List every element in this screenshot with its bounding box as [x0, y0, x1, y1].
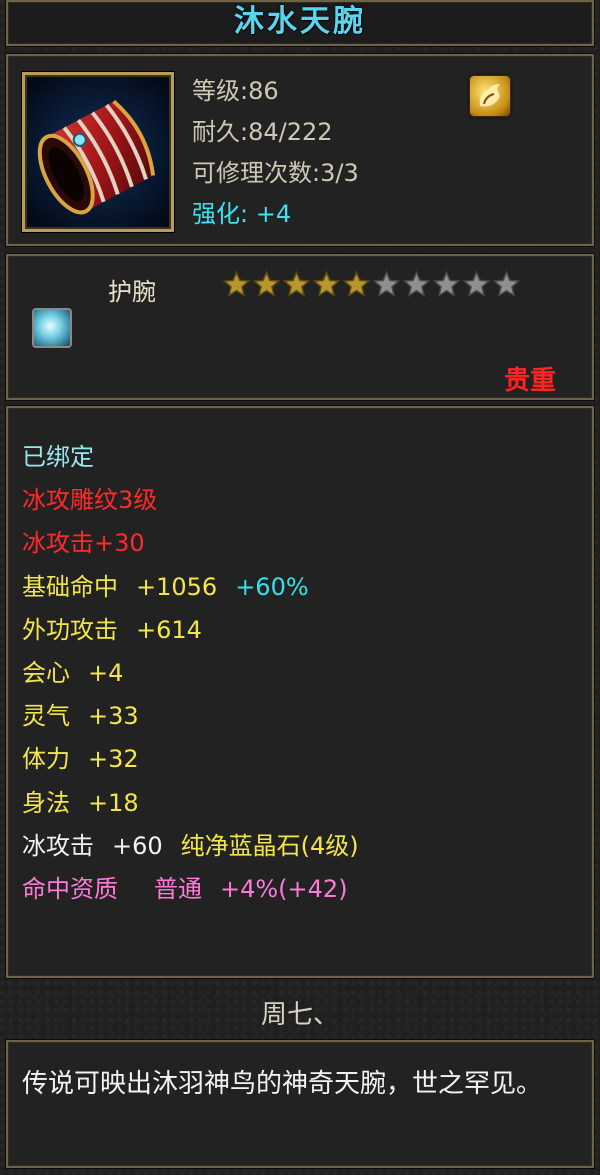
- item-name: 沐水天腕: [234, 4, 366, 39]
- item-level: 等级:86: [192, 77, 279, 105]
- star-filled-icon: [342, 270, 371, 297]
- stat-label: 身法: [22, 788, 70, 817]
- stat-label: 会心: [22, 658, 70, 687]
- star-empty-icon: [432, 270, 461, 297]
- dragon-icon: [479, 84, 500, 107]
- item-description: 传说可映出沐羽神鸟的神奇天腕，世之罕见。: [22, 1069, 543, 1099]
- stat-label: 命中资质: [22, 874, 118, 903]
- star-rating: [222, 270, 521, 299]
- red-bracer-icon: [37, 99, 156, 215]
- item-type-panel: 护腕 贵重: [6, 254, 594, 400]
- stat-value: +4: [88, 658, 124, 687]
- stat-label: 外功攻击: [22, 615, 118, 644]
- stat-agility: 身法 +18: [22, 782, 582, 825]
- stat-list: 已绑定 冰攻雕纹3级 冰攻击+30 基础命中 +1056 +60% 外功攻击 +614…: [22, 436, 582, 911]
- star-filled-icon: [252, 270, 281, 297]
- star-filled-icon: [222, 270, 251, 297]
- stat-value: +18: [88, 788, 139, 817]
- title-bar: 沐水天腕: [6, 0, 594, 46]
- star-empty-icon: [462, 270, 491, 297]
- blue-crystal-gem-icon[interactable]: [32, 308, 72, 348]
- item-type: 护腕: [108, 278, 156, 306]
- stat-value: +60: [112, 831, 163, 860]
- stat-crit: 会心 +4: [22, 652, 582, 695]
- stat-value: +4%(+42): [220, 874, 348, 903]
- week-label: 周七、: [260, 1000, 339, 1030]
- item-header: 等级:86 耐久:84/222 可修理次数:3/3 强化: +4: [6, 54, 594, 246]
- stat-stamina: 体力 +32: [22, 738, 582, 781]
- star-empty-icon: [402, 270, 431, 297]
- item-tooltip: 沐水天腕 等级:86 耐久:84/222 可修理次数:3/3 强化: +4 护腕…: [0, 0, 600, 1175]
- description-panel: 传说可映出沐羽神鸟的神奇天腕，世之罕见。: [6, 1040, 594, 1168]
- stat-value: +33: [88, 702, 139, 731]
- stat-label: 冰攻击: [22, 831, 94, 860]
- bound-status: 已绑定: [22, 443, 94, 471]
- star-empty-icon: [372, 270, 401, 297]
- aptitude-grade: 普通: [154, 874, 202, 903]
- enhance-value: +4: [255, 200, 292, 228]
- stat-aptitude: 命中资质 普通 +4%(+42): [22, 868, 582, 911]
- enhance-label: 强化:: [192, 200, 249, 228]
- item-durability: 耐久:84/222: [192, 118, 333, 146]
- stat-value: +32: [88, 745, 139, 774]
- ice-attack-bonus: 冰攻击+30: [22, 529, 145, 558]
- star-filled-icon: [312, 270, 341, 297]
- item-enhance: 强化: +4: [192, 199, 291, 229]
- stat-value: +1056: [136, 572, 218, 601]
- item-repair-count: 可修理次数:3/3: [192, 159, 359, 187]
- stats-panel: 已绑定 冰攻雕纹3级 冰攻击+30 基础命中 +1056 +60% 外功攻击 +614…: [6, 406, 594, 978]
- stat-hit: 基础命中 +1056 +60%: [22, 566, 582, 609]
- star-filled-icon: [282, 270, 311, 297]
- engrave-line: 冰攻雕纹3级: [22, 486, 158, 515]
- rarity-label: 贵重: [503, 366, 556, 396]
- stat-spirit: 灵气 +33: [22, 695, 582, 738]
- item-icon-frame[interactable]: [22, 72, 174, 232]
- stat-label: 体力: [22, 745, 70, 774]
- stat-outer-attack: 外功攻击 +614: [22, 609, 582, 652]
- stat-percent: +60%: [235, 572, 309, 601]
- stat-gem: 冰攻击 +60 纯净蓝晶石(4级): [22, 825, 582, 868]
- stat-label: 灵气: [22, 702, 70, 731]
- stat-value: +614: [136, 615, 202, 644]
- gem-name: 纯净蓝晶石(4级): [180, 831, 359, 860]
- gold-dragon-badge-icon[interactable]: [470, 76, 510, 116]
- stat-label: 基础命中: [22, 572, 118, 601]
- star-empty-icon: [492, 270, 521, 297]
